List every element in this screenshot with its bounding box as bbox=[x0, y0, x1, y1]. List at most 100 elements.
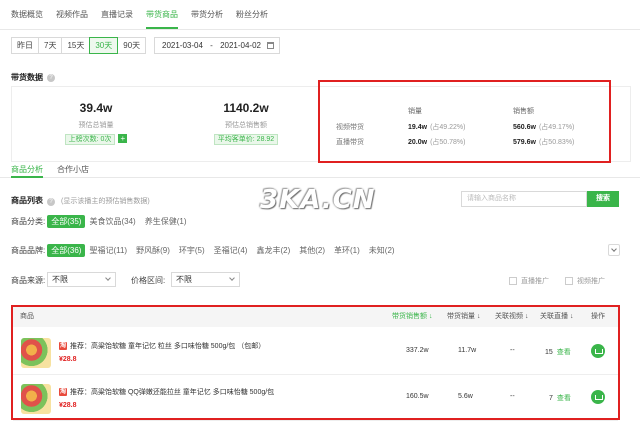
stat-sales-value: 39.4w bbox=[79, 101, 113, 115]
video-promo-checkbox[interactable]: 视频推广 bbox=[565, 276, 605, 286]
brand-option[interactable]: 圣福记(4) bbox=[214, 245, 248, 256]
range-90d-button[interactable]: 90天 bbox=[117, 37, 147, 54]
date-end: 2021-04-02 bbox=[220, 41, 261, 50]
brand-option[interactable]: 未知(2) bbox=[369, 245, 395, 256]
category-option[interactable]: 全部(35) bbox=[47, 215, 86, 228]
tab-partner-shops[interactable]: 合作小店 bbox=[57, 162, 89, 177]
brand-option[interactable]: 野风酥(9) bbox=[136, 245, 170, 256]
product-title[interactable]: 淘推荐：高粱饴软糖 QQ弹嫩还能拉丝 童年记忆 多口味怡糖 500g/包 bbox=[59, 387, 274, 397]
col-lives[interactable]: 关联直播 ↓ bbox=[540, 307, 573, 327]
view-link[interactable]: 查看 bbox=[557, 349, 571, 356]
tab-sales-analysis[interactable]: 带货分析 bbox=[191, 0, 223, 29]
product-search-input[interactable]: 请输入商品名称 bbox=[461, 191, 587, 207]
product-title-text: 推荐：高粱饴软糖 童年记忆 粒丝 多口味怡糖 500g/包 （包邮） bbox=[70, 343, 266, 350]
avg-price-badge: 平均客单价: 28.92 bbox=[213, 134, 279, 145]
brand-expand-button[interactable] bbox=[608, 244, 620, 256]
split-header-qty: 销量 bbox=[408, 108, 422, 115]
stat-amount: 1140.2w 预估总销售额 平均客单价: 28.92 bbox=[176, 101, 316, 145]
range-30d-button[interactable]: 30天 bbox=[89, 37, 119, 54]
taobao-icon: 淘 bbox=[59, 342, 67, 350]
live-count-value: 15 bbox=[545, 349, 553, 356]
date-range-picker[interactable]: 2021-03-04 - 2021-04-02 bbox=[154, 37, 280, 54]
brand-option[interactable]: 其他(2) bbox=[299, 245, 325, 256]
live-count: 15 查看 bbox=[545, 347, 571, 357]
sales-amount: 160.5w bbox=[406, 393, 429, 400]
source-filter-label: 商品来源: bbox=[11, 276, 46, 285]
shop-bag-icon[interactable] bbox=[591, 390, 605, 404]
brand-option[interactable]: 全部(36) bbox=[47, 244, 86, 257]
category-filter: 商品分类: 全部(35) 美食饮品(34) 养生保健(1) bbox=[11, 215, 195, 228]
col-actions: 操作 bbox=[591, 313, 605, 320]
live-promo-checkbox[interactable]: 直播推广 bbox=[509, 276, 549, 286]
help-icon[interactable]: ? bbox=[47, 198, 55, 206]
ranking-count-badge: 上榜次数: 0次 bbox=[64, 134, 116, 145]
shop-bag-icon[interactable] bbox=[591, 344, 605, 358]
range-yesterday-button[interactable]: 昨日 bbox=[11, 37, 39, 54]
price-select[interactable]: 不限 bbox=[171, 272, 240, 287]
col-product: 商品 bbox=[20, 313, 34, 320]
sales-amount: 337.2w bbox=[406, 347, 429, 354]
stat-amount-label: 预估总销售额 bbox=[225, 122, 267, 129]
tab-product-analysis[interactable]: 商品分析 bbox=[11, 162, 43, 178]
view-link[interactable]: 查看 bbox=[557, 395, 571, 402]
product-thumbnail[interactable] bbox=[21, 338, 51, 368]
source-select[interactable]: 不限 bbox=[47, 272, 116, 287]
range-15d-button[interactable]: 15天 bbox=[61, 37, 91, 54]
video-count: -- bbox=[510, 347, 515, 354]
product-list-header: 商品列表 ? (显示该播主的预估销售数据) bbox=[11, 195, 150, 206]
live-count: 7 查看 bbox=[549, 393, 571, 403]
tab-videos[interactable]: 视频作品 bbox=[56, 0, 88, 29]
watermark: 3KA.CN bbox=[260, 185, 376, 215]
checkbox-box bbox=[509, 277, 517, 285]
tab-products[interactable]: 带货商品 bbox=[146, 0, 178, 29]
date-start: 2021-03-04 bbox=[162, 41, 203, 50]
col-sales-amount[interactable]: 带货销售额 ↓ bbox=[392, 307, 432, 327]
range-7d-button[interactable]: 7天 bbox=[38, 37, 63, 54]
col-videos[interactable]: 关联视频 ↓ bbox=[495, 307, 528, 327]
video-promo-label: 视频推广 bbox=[577, 278, 605, 285]
help-icon[interactable]: ? bbox=[47, 73, 55, 82]
product-title-text: 推荐：高粱饴软糖 QQ弹嫩还能拉丝 童年记忆 多口味怡糖 500g/包 bbox=[70, 389, 275, 396]
product-list-hint: (显示该播主的预估销售数据) bbox=[61, 198, 150, 205]
sales-qty: 5.6w bbox=[458, 393, 473, 400]
stat-amount-value: 1140.2w bbox=[223, 101, 269, 115]
category-option[interactable]: 养生保健(1) bbox=[145, 216, 187, 227]
checkbox-box bbox=[565, 277, 573, 285]
split-qty: 19.4w (占49.22%) bbox=[408, 124, 466, 131]
category-filter-label: 商品分类: bbox=[11, 217, 46, 226]
product-price: ¥28.8 bbox=[59, 356, 77, 363]
table-row: 淘推荐：高粱饴软糖 童年记忆 粒丝 多口味怡糖 500g/包 （包邮） ¥28.… bbox=[13, 331, 618, 375]
section-title: 带货数据 ? bbox=[11, 72, 55, 83]
expand-icon[interactable]: + bbox=[118, 134, 128, 143]
category-option[interactable]: 美食饮品(34) bbox=[89, 216, 135, 227]
split-amount: 560.6w (占49.17%) bbox=[513, 124, 575, 131]
product-title[interactable]: 淘推荐：高粱饴软糖 童年记忆 粒丝 多口味怡糖 500g/包 （包邮） bbox=[59, 341, 265, 351]
tab-overview[interactable]: 数据概览 bbox=[11, 0, 43, 29]
live-promo-label: 直播推广 bbox=[521, 278, 549, 285]
tab-fans-analysis[interactable]: 粉丝分析 bbox=[236, 0, 268, 29]
sub-tabs: 商品分析 合作小店 bbox=[0, 162, 640, 178]
video-count: -- bbox=[510, 393, 515, 400]
product-list-title: 商品列表 bbox=[11, 196, 43, 205]
col-sales-qty[interactable]: 带货销量 ↓ bbox=[447, 307, 480, 327]
brand-option[interactable]: 聖福记(11) bbox=[89, 245, 127, 256]
tab-live-records[interactable]: 直播记录 bbox=[101, 0, 133, 29]
stat-sales-label: 预估总销量 bbox=[78, 122, 114, 129]
section-title-text: 带货数据 bbox=[11, 73, 43, 82]
split-qty: 20.0w (占50.78%) bbox=[408, 139, 466, 146]
brand-option[interactable]: 环宇(5) bbox=[179, 245, 205, 256]
brand-option[interactable]: 革环(1) bbox=[334, 245, 360, 256]
brand-option[interactable]: 鑫龙丰(2) bbox=[256, 245, 290, 256]
brand-filter: 商品品牌: 全部(36) 聖福记(11) 野风酥(9) 环宇(5) 圣福记(4)… bbox=[11, 244, 404, 257]
search-button[interactable]: 搜索 bbox=[587, 191, 619, 207]
split-row-name: 视频带货 bbox=[336, 124, 364, 131]
live-count-value: 7 bbox=[549, 395, 553, 402]
date-separator: - bbox=[210, 41, 213, 50]
product-thumbnail[interactable] bbox=[21, 384, 51, 414]
sales-qty: 11.7w bbox=[458, 347, 477, 354]
brand-filter-label: 商品品牌: bbox=[11, 246, 46, 255]
split-header-amount: 销售额 bbox=[513, 108, 534, 115]
table-header: 商品 带货销售额 ↓ 带货销量 ↓ 关联视频 ↓ 关联直播 ↓ 操作 bbox=[13, 307, 618, 327]
table-row: 淘推荐：高粱饴软糖 QQ弹嫩还能拉丝 童年记忆 多口味怡糖 500g/包 ¥28… bbox=[13, 377, 618, 421]
split-amount: 579.6w (占50.83%) bbox=[513, 139, 575, 146]
